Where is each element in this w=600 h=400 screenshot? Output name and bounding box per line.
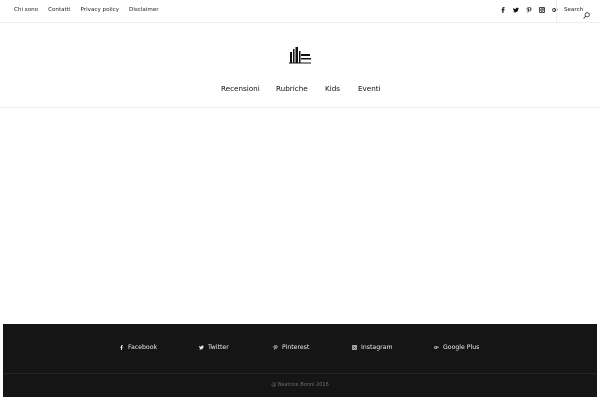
top-social-icons — [499, 6, 558, 14]
instagram-icon[interactable] — [538, 6, 545, 14]
search-icon[interactable] — [583, 12, 590, 19]
google-plus-icon — [434, 345, 439, 350]
top-links: Chi sono Contatti Privacy policy Disclai… — [14, 7, 159, 13]
footer-pinterest-link[interactable]: Pinterest — [273, 344, 309, 351]
site-logo[interactable] — [288, 46, 312, 64]
footer-facebook-label: Facebook — [128, 344, 158, 351]
copyright-text: @ Beatrice Bonni 2016 — [271, 382, 329, 388]
nav-item-rubriche[interactable]: Rubriche — [276, 84, 308, 93]
top-link-contatti[interactable]: Contatti — [48, 7, 70, 13]
footer-facebook-link[interactable]: Facebook — [119, 344, 157, 351]
footer-instagram-label: Instagram — [361, 344, 393, 351]
footer-google-plus-label: Google Plus — [443, 344, 480, 351]
nav-item-recensioni[interactable]: Recensioni — [221, 84, 260, 93]
top-link-privacy-policy[interactable]: Privacy policy — [81, 7, 120, 13]
main-nav: Recensioni Rubriche Kids Eventi — [0, 84, 600, 96]
twitter-icon[interactable] — [512, 6, 519, 14]
pinterest-icon[interactable] — [525, 6, 532, 14]
footer-instagram-link[interactable]: Instagram — [352, 344, 392, 351]
instagram-icon — [352, 345, 357, 350]
search-divider — [556, 0, 557, 22]
top-bar: Chi sono Contatti Privacy policy Disclai… — [0, 0, 600, 23]
top-link-disclaimer[interactable]: Disclaimer — [129, 7, 159, 13]
footer-twitter-label: Twitter — [208, 344, 229, 351]
pinterest-icon — [273, 345, 278, 350]
footer-divider — [3, 373, 597, 374]
twitter-icon — [199, 345, 204, 350]
footer-google-plus-link[interactable]: Google Plus — [434, 344, 479, 351]
header-divider — [0, 107, 600, 108]
footer-twitter-link[interactable]: Twitter — [199, 344, 229, 351]
search-label[interactable]: Search — [564, 7, 583, 13]
facebook-icon[interactable] — [499, 6, 506, 14]
footer: Facebook Twitter Pinterest Instagram Goo… — [3, 324, 597, 397]
footer-pinterest-label: Pinterest — [282, 344, 310, 351]
nav-item-kids[interactable]: Kids — [325, 84, 340, 93]
top-link-chi-sono[interactable]: Chi sono — [14, 7, 38, 13]
nav-item-eventi[interactable]: Eventi — [358, 84, 381, 93]
facebook-icon — [120, 345, 123, 350]
